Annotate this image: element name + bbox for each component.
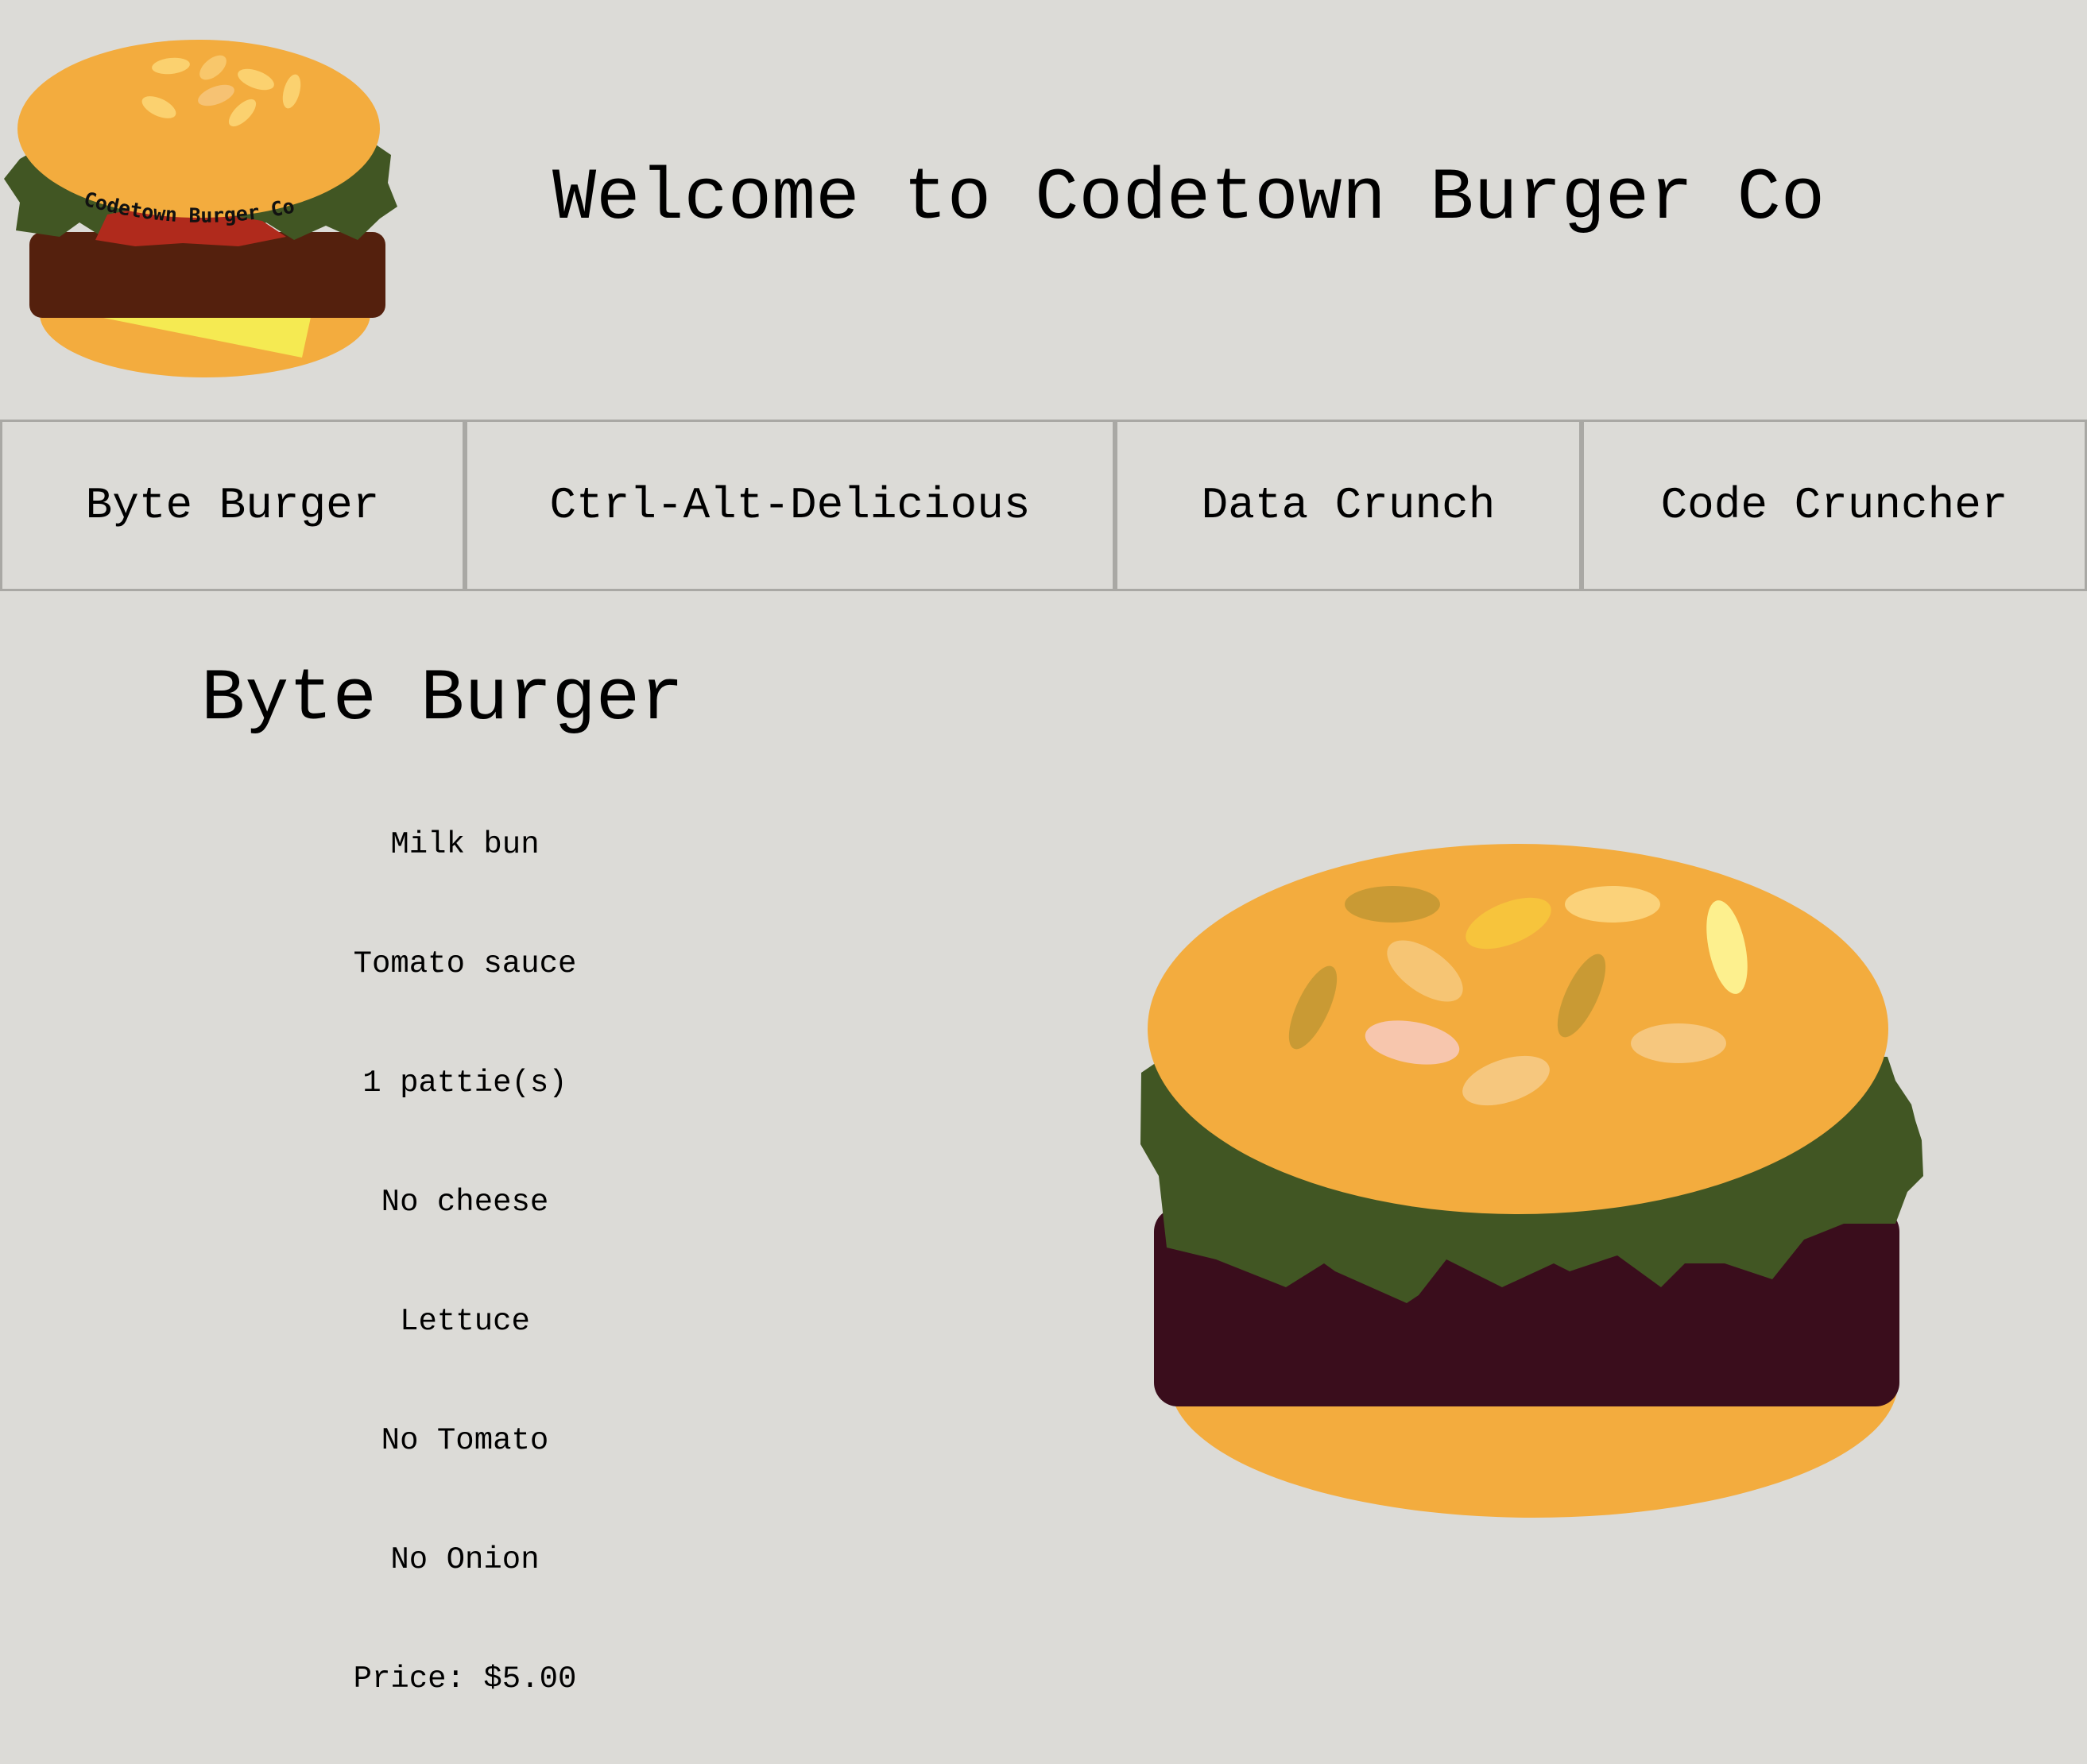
ingredient-sauce: Tomato sauce	[353, 946, 577, 981]
site-title: Welcome to Codetown Burger Co	[552, 157, 1826, 240]
ingredient-lettuce: Lettuce	[400, 1304, 530, 1339]
burger-illustration	[1140, 844, 1923, 1518]
burger-logo: Codetown Burger Co	[4, 40, 397, 377]
burger-title: Byte Burger	[201, 657, 684, 741]
burger-price: Price: $5.00	[353, 1661, 577, 1696]
burger-tabs: Byte Burger Ctrl-Alt-Delicious Data Crun…	[0, 420, 2087, 591]
tab-code-cruncher[interactable]: Code Cruncher	[1582, 420, 2087, 591]
ingredient-bun: Milk bun	[390, 827, 540, 862]
ingredient-list: Milk bun Tomato sauce 1 pattie(s) No che…	[306, 810, 624, 1764]
ingredient-onion: No Onion	[390, 1542, 540, 1577]
tab-byte-burger[interactable]: Byte Burger	[0, 420, 465, 591]
ingredient-tomato: No Tomato	[381, 1423, 549, 1458]
ingredient-patties: 1 pattie(s)	[362, 1066, 567, 1101]
ingredient-cheese: No cheese	[381, 1185, 549, 1220]
tab-data-crunch[interactable]: Data Crunch	[1115, 420, 1582, 591]
site-header: Codetown Burger Co Welcome to Codetown B…	[0, 0, 2087, 420]
tab-ctrl-alt-delicious[interactable]: Ctrl-Alt-Delicious	[465, 420, 1115, 591]
